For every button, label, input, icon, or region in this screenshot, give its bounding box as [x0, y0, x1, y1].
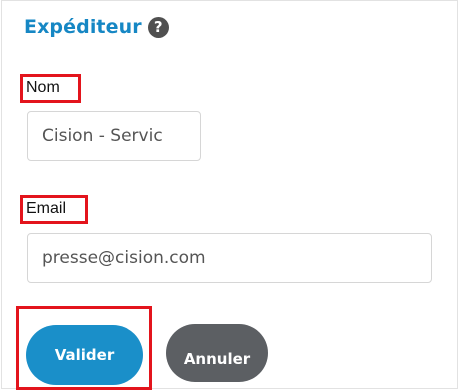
email-input[interactable]: presse@cision.com [27, 233, 432, 283]
email-input-value: presse@cision.com [42, 248, 206, 268]
section-header: Expéditeur ? [24, 16, 169, 38]
help-icon[interactable]: ? [147, 16, 169, 38]
email-label: Email [20, 195, 88, 224]
sender-panel: Expéditeur ? Nom Cision - Servic Email p… [0, 0, 465, 390]
name-input-value: Cision - Servic [42, 126, 163, 146]
name-label: Nom [20, 74, 81, 103]
cancel-button[interactable]: Annuler [166, 324, 268, 382]
validate-button[interactable]: Valider [26, 325, 143, 385]
section-title: Expéditeur [24, 16, 142, 38]
name-input[interactable]: Cision - Servic [27, 111, 201, 161]
